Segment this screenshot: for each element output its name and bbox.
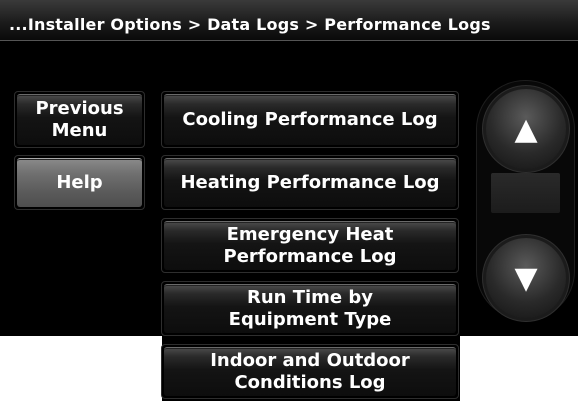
run-time-label-line1: Run Time by bbox=[246, 287, 374, 309]
indoor-outdoor-label-line2: Conditions Log bbox=[234, 372, 386, 393]
scroll-down-button[interactable]: ▼ bbox=[486, 238, 566, 318]
heating-performance-log-label: Heating Performance Log bbox=[180, 172, 440, 194]
indoor-outdoor-label-line1: Indoor and Outdoor bbox=[210, 350, 410, 372]
emergency-heat-label-line1: Emergency Heat bbox=[226, 224, 394, 246]
scroll-up-button[interactable]: ▲ bbox=[486, 89, 566, 169]
previous-menu-button[interactable]: Previous Menu bbox=[17, 94, 142, 145]
thermostat-screen: ...Installer Options > Data Logs > Perfo… bbox=[0, 0, 578, 336]
cooling-performance-log-button[interactable]: Cooling Performance Log bbox=[164, 94, 456, 145]
indoor-outdoor-conditions-log-button[interactable]: Indoor and Outdoor Conditions Log bbox=[164, 347, 456, 396]
header-bar: ...Installer Options > Data Logs > Perfo… bbox=[0, 0, 578, 41]
previous-menu-label-line1: Previous bbox=[35, 98, 124, 120]
cooling-performance-log-label: Cooling Performance Log bbox=[182, 109, 438, 131]
down-arrow-icon: ▼ bbox=[514, 260, 538, 296]
previous-menu-label-line2: Menu bbox=[51, 120, 108, 141]
run-time-by-equipment-type-button[interactable]: Run Time by Equipment Type bbox=[164, 284, 456, 333]
scroll-position-indicator[interactable] bbox=[491, 173, 560, 213]
run-time-label-line2: Equipment Type bbox=[228, 309, 392, 330]
help-label: Help bbox=[56, 172, 103, 194]
emergency-heat-performance-log-button[interactable]: Emergency Heat Performance Log bbox=[164, 221, 456, 270]
heating-performance-log-button[interactable]: Heating Performance Log bbox=[164, 158, 456, 207]
help-button[interactable]: Help bbox=[17, 158, 142, 207]
up-arrow-icon: ▲ bbox=[514, 111, 538, 147]
emergency-heat-label-line2: Performance Log bbox=[223, 246, 397, 267]
breadcrumb: ...Installer Options > Data Logs > Perfo… bbox=[9, 15, 491, 34]
